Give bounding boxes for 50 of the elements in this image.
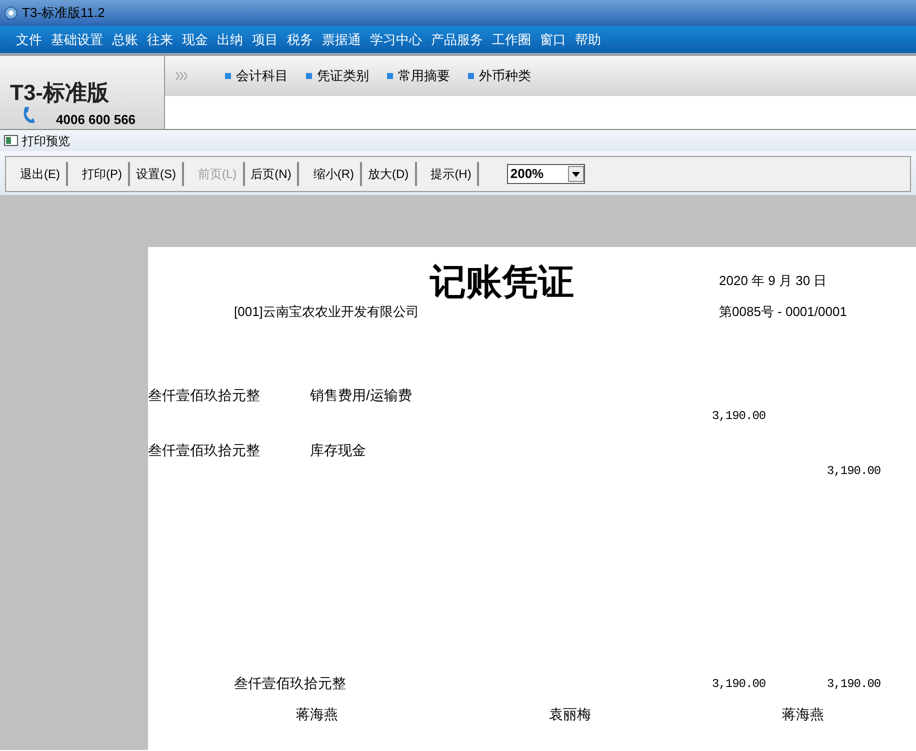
- signature-name: 蒋海燕: [296, 705, 338, 724]
- toolbar-button[interactable]: 放大(D): [362, 162, 417, 186]
- phone-number: 4006 600 566: [56, 111, 136, 129]
- zoom-dropdown[interactable]: 200%: [507, 164, 586, 184]
- menu-item[interactable]: 现金: [182, 30, 208, 50]
- company-name: [001]云南宝农农业开发有限公司: [234, 303, 419, 321]
- menu-item[interactable]: 票据通: [322, 30, 361, 50]
- menu-item[interactable]: 帮助: [575, 30, 601, 50]
- menu-item[interactable]: 出纳: [217, 30, 243, 50]
- preview-window-icon: [4, 135, 18, 146]
- entry-account: 库存现金: [310, 441, 366, 460]
- voucher-date: 2020 年 9 月 30 日: [719, 272, 827, 290]
- toolbar-button[interactable]: 后页(N): [244, 162, 300, 186]
- debit-amount: 3,190.00: [712, 408, 766, 425]
- phone-icon: [22, 106, 36, 124]
- quick-link[interactable]: 常用摘要: [387, 66, 450, 86]
- window-title: T3-标准版11.2: [22, 4, 105, 22]
- menu-item[interactable]: 窗口: [540, 30, 566, 50]
- menu-item[interactable]: 文件: [16, 30, 42, 50]
- toolbar-button[interactable]: 提示(H): [424, 162, 480, 186]
- quick-link[interactable]: 凭证类别: [306, 66, 369, 86]
- credit-total: 3,190.00: [827, 676, 881, 693]
- menu-item[interactable]: 学习中心: [370, 30, 422, 50]
- menu-item[interactable]: 基础设置: [51, 30, 103, 50]
- menu-item[interactable]: 总账: [112, 30, 138, 50]
- entry-summary: 叁仟壹佰玖拾元整: [148, 441, 260, 460]
- zoom-value: 200%: [510, 165, 544, 184]
- menu-item[interactable]: 产品服务: [431, 30, 483, 50]
- toolbar-button[interactable]: 缩小(R): [307, 162, 362, 186]
- entry-summary: 叁仟壹佰玖拾元整: [148, 386, 260, 405]
- total-in-words: 叁仟壹佰玖拾元整: [234, 674, 346, 693]
- voucher-title: 记账凭证: [430, 260, 574, 304]
- entry-account: 销售费用/运输费: [310, 386, 412, 405]
- menu-item[interactable]: 项目: [252, 30, 278, 50]
- quick-link[interactable]: 外币种类: [468, 66, 531, 86]
- signature-name: 蒋海燕: [782, 705, 824, 724]
- toolbar-button[interactable]: 退出(E): [14, 162, 68, 186]
- debit-total: 3,190.00: [712, 676, 766, 693]
- app-icon: [4, 6, 18, 20]
- menu-item[interactable]: 往来: [147, 30, 173, 50]
- toolbar-button[interactable]: 设置(S): [130, 162, 184, 186]
- signature-name: 袁丽梅: [549, 705, 591, 724]
- brand-logo: T3-标准版: [10, 79, 109, 107]
- toolbar-button[interactable]: 打印(P): [76, 162, 130, 186]
- menu-item[interactable]: 税务: [287, 30, 313, 50]
- voucher-number: 第0085号 - 0001/0001: [719, 303, 847, 321]
- credit-amount: 3,190.00: [827, 463, 881, 480]
- quick-link[interactable]: 会计科目: [225, 66, 288, 86]
- menu-item[interactable]: 工作圈: [492, 30, 531, 50]
- preview-title: 打印预览: [22, 132, 70, 150]
